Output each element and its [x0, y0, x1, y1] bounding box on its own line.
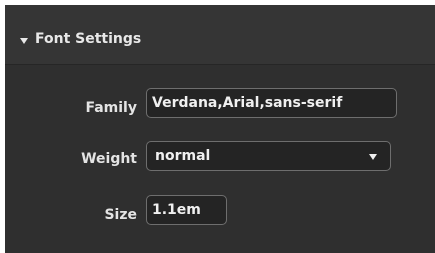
font-settings-panel: Font Settings Family Verdana,Arial,sans-… — [5, 5, 435, 253]
font-size-input[interactable]: 1.1em — [146, 195, 227, 225]
font-weight-value: normal — [155, 148, 211, 164]
section-title[interactable]: Font Settings — [35, 30, 141, 48]
family-label: Family — [85, 100, 137, 116]
font-weight-select[interactable]: normal — [146, 141, 391, 171]
font-settings-header[interactable]: Font Settings — [5, 5, 435, 65]
weight-label: Weight — [81, 151, 137, 167]
caret-down-icon[interactable] — [20, 38, 28, 44]
chevron-down-icon[interactable] — [369, 154, 377, 160]
font-family-input[interactable]: Verdana,Arial,sans-serif — [146, 88, 397, 118]
size-label: Size — [104, 207, 137, 223]
